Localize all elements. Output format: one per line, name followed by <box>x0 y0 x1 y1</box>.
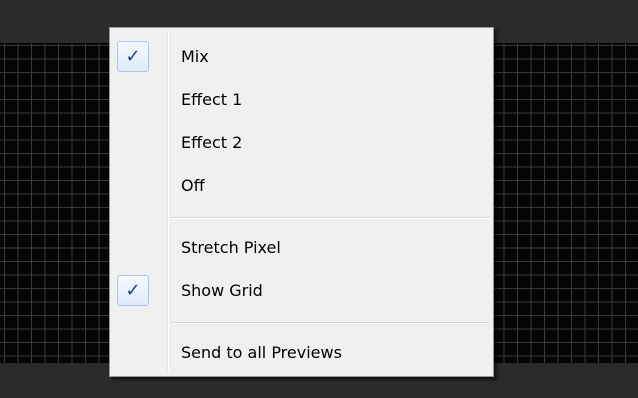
menu-item-label: Stretch Pixel <box>181 238 281 257</box>
menu-item-label: Off <box>181 176 205 195</box>
menu-item-label: Show Grid <box>181 281 263 300</box>
menu-item-show-grid[interactable]: ✓ Show Grid <box>113 270 490 312</box>
menu-item-send-to-all-previews[interactable]: Send to all Previews <box>113 332 490 374</box>
preview-window: ✓ Mix Effect 1 Effect 2 Off Stretch Pixe… <box>0 0 638 398</box>
context-menu: ✓ Mix Effect 1 Effect 2 Off Stretch Pixe… <box>109 27 494 377</box>
menu-item-effect-2[interactable]: Effect 2 <box>113 122 490 164</box>
menu-item-mix[interactable]: ✓ Mix <box>113 36 490 78</box>
menu-separator <box>171 217 490 219</box>
menu-item-label: Send to all Previews <box>181 343 342 362</box>
menu-item-label: Effect 2 <box>181 133 243 152</box>
checkmark-icon: ✓ <box>117 41 149 72</box>
checkmark-icon: ✓ <box>117 275 149 306</box>
menu-item-off[interactable]: Off <box>113 165 490 207</box>
menu-item-stretch-pixel[interactable]: Stretch Pixel <box>113 227 490 269</box>
menu-separator <box>171 322 490 324</box>
menu-item-label: Effect 1 <box>181 90 243 109</box>
menu-item-label: Mix <box>181 47 209 66</box>
menu-item-effect-1[interactable]: Effect 1 <box>113 79 490 121</box>
